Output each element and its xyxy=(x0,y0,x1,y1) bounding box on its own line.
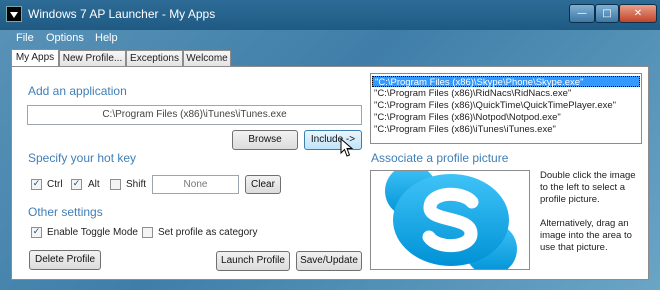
ctrl-checkbox[interactable]: ✓ xyxy=(31,179,42,190)
tab-welcome[interactable]: Welcome xyxy=(183,50,231,67)
shift-label: Shift xyxy=(126,179,147,190)
launch-profile-button[interactable]: Launch Profile xyxy=(216,251,290,271)
list-item[interactable]: "C:\Program Files (x86)\Skype\Phone\Skyp… xyxy=(372,76,640,88)
alt-checkbox[interactable]: ✓ xyxy=(71,179,82,190)
category-checkbox[interactable] xyxy=(142,227,153,238)
mouse-cursor-icon xyxy=(340,138,354,157)
menu-bar: File Options Help xyxy=(0,30,660,48)
picture-instructions: Double click the image to the left to se… xyxy=(540,170,636,205)
skype-logo-icon xyxy=(385,165,517,275)
alt-label: Alt xyxy=(88,179,100,190)
app-icon xyxy=(6,6,22,22)
ctrl-label: Ctrl xyxy=(47,179,63,190)
profile-picture-heading: Associate a profile picture xyxy=(371,151,509,165)
close-button[interactable]: ✕ xyxy=(619,4,657,23)
other-settings-heading: Other settings xyxy=(28,205,103,219)
save-update-button[interactable]: Save/Update xyxy=(296,251,362,271)
tab-exceptions[interactable]: Exceptions xyxy=(126,50,183,67)
list-item[interactable]: "C:\Program Files (x86)\iTunes\iTunes.ex… xyxy=(372,124,642,135)
window-title: Windows 7 AP Launcher - My Apps xyxy=(28,7,216,21)
delete-profile-button[interactable]: Delete Profile xyxy=(29,250,101,270)
list-item[interactable]: "C:\Program Files (x86)\QuickTime\QuickT… xyxy=(372,100,642,111)
title-bar[interactable]: Windows 7 AP Launcher - My Apps — □ ✕ xyxy=(0,0,660,30)
hotkey-input[interactable]: None xyxy=(152,175,239,194)
menu-help[interactable]: Help xyxy=(95,32,118,44)
toggle-mode-label: Enable Toggle Mode xyxy=(47,227,138,238)
menu-options[interactable]: Options xyxy=(46,32,84,44)
application-path-field[interactable]: C:\Program Files (x86)\iTunes\iTunes.exe xyxy=(27,105,362,125)
minimize-button[interactable]: — xyxy=(569,4,595,23)
browse-button[interactable]: Browse xyxy=(232,130,298,150)
list-item[interactable]: "C:\Program Files (x86)\RidNacs\RidNacs.… xyxy=(372,88,642,99)
hotkey-heading: Specify your hot key xyxy=(28,151,137,165)
profile-picture-area[interactable] xyxy=(370,165,530,275)
list-item[interactable]: "C:\Program Files (x86)\Notpod\Notpod.ex… xyxy=(372,112,642,123)
tab-new-profile[interactable]: New Profile... xyxy=(59,50,126,67)
toggle-mode-checkbox[interactable]: ✓ xyxy=(31,227,42,238)
menu-file[interactable]: File xyxy=(16,32,34,44)
shift-checkbox[interactable] xyxy=(110,179,121,190)
clear-button[interactable]: Clear xyxy=(245,175,281,194)
picture-drag-instructions: Alternatively, drag an image into the ar… xyxy=(540,218,632,253)
application-list[interactable]: "C:\Program Files (x86)\Skype\Phone\Skyp… xyxy=(370,73,642,144)
category-label: Set profile as category xyxy=(158,227,258,238)
tab-my-apps[interactable]: My Apps xyxy=(11,49,59,67)
add-application-heading: Add an application xyxy=(28,84,127,98)
maximize-button[interactable]: □ xyxy=(595,4,619,23)
